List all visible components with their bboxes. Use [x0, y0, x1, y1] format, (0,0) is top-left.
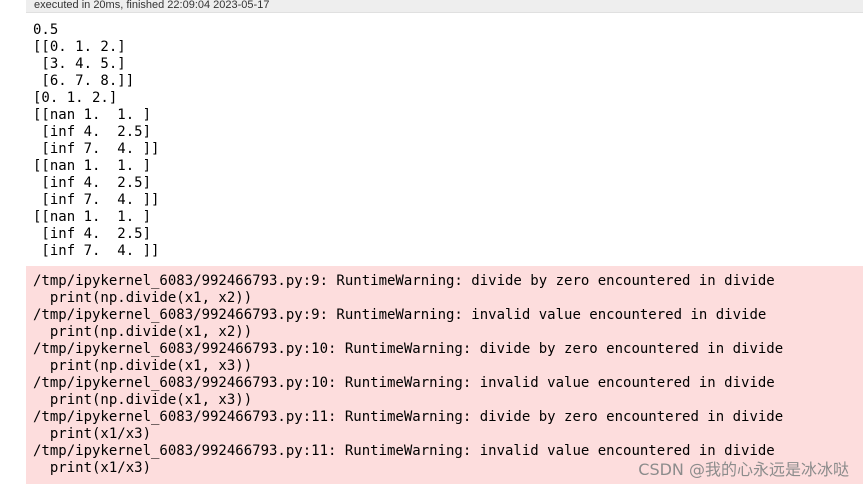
stdout-line: [[0. 1. 2.]: [33, 39, 126, 55]
stdout-line: [inf 7. 4. ]]: [33, 192, 160, 208]
stdout-line: [[nan 1. 1. ]: [33, 209, 152, 225]
stderr-line: /tmp/ipykernel_6083/992466793.py:10: Run…: [33, 375, 775, 391]
stdout-line: [[nan 1. 1. ]: [33, 158, 152, 174]
stdout-output: 0.5 [[0. 1. 2.] [3. 4. 5.] [6. 7. 8.]] […: [26, 22, 863, 260]
notebook-cell-output: executed in 20ms, finished 22:09:04 2023…: [0, 0, 863, 489]
stdout-line: [0. 1. 2.]: [33, 90, 118, 106]
stdout-line: 0.5: [33, 22, 59, 38]
stderr-line: print(np.divide(x1, x3)): [33, 392, 253, 408]
stderr-line: print(np.divide(x1, x2)): [33, 290, 253, 306]
stderr-line: /tmp/ipykernel_6083/992466793.py:9: Runt…: [33, 307, 767, 323]
stdout-line: [inf 4. 2.5]: [33, 226, 152, 242]
stderr-line: print(x1/x3): [33, 426, 152, 442]
stdout-line: [6. 7. 8.]]: [33, 73, 135, 89]
stderr-line: /tmp/ipykernel_6083/992466793.py:10: Run…: [33, 341, 784, 357]
stdout-line: [[nan 1. 1. ]: [33, 107, 152, 123]
stdout-line: [inf 4. 2.5]: [33, 124, 152, 140]
stdout-line: [inf 7. 4. ]]: [33, 141, 160, 157]
stdout-line: [inf 4. 2.5]: [33, 175, 152, 191]
stderr-line: print(np.divide(x1, x2)): [33, 324, 253, 340]
stdout-line: [3. 4. 5.]: [33, 56, 126, 72]
stdout-line: [inf 7. 4. ]]: [33, 243, 160, 259]
stderr-warning-output: /tmp/ipykernel_6083/992466793.py:9: Runt…: [26, 266, 863, 484]
stderr-line: print(np.divide(x1, x3)): [33, 358, 253, 374]
execution-status-text: executed in 20ms, finished 22:09:04 2023…: [34, 0, 270, 11]
stderr-line: /tmp/ipykernel_6083/992466793.py:11: Run…: [33, 443, 775, 459]
stderr-line: /tmp/ipykernel_6083/992466793.py:9: Runt…: [33, 273, 775, 289]
execution-time-bar: executed in 20ms, finished 22:09:04 2023…: [26, 0, 863, 13]
csdn-watermark: CSDN @我的心永远是冰冰哒: [638, 460, 849, 479]
stderr-line: /tmp/ipykernel_6083/992466793.py:11: Run…: [33, 409, 784, 425]
